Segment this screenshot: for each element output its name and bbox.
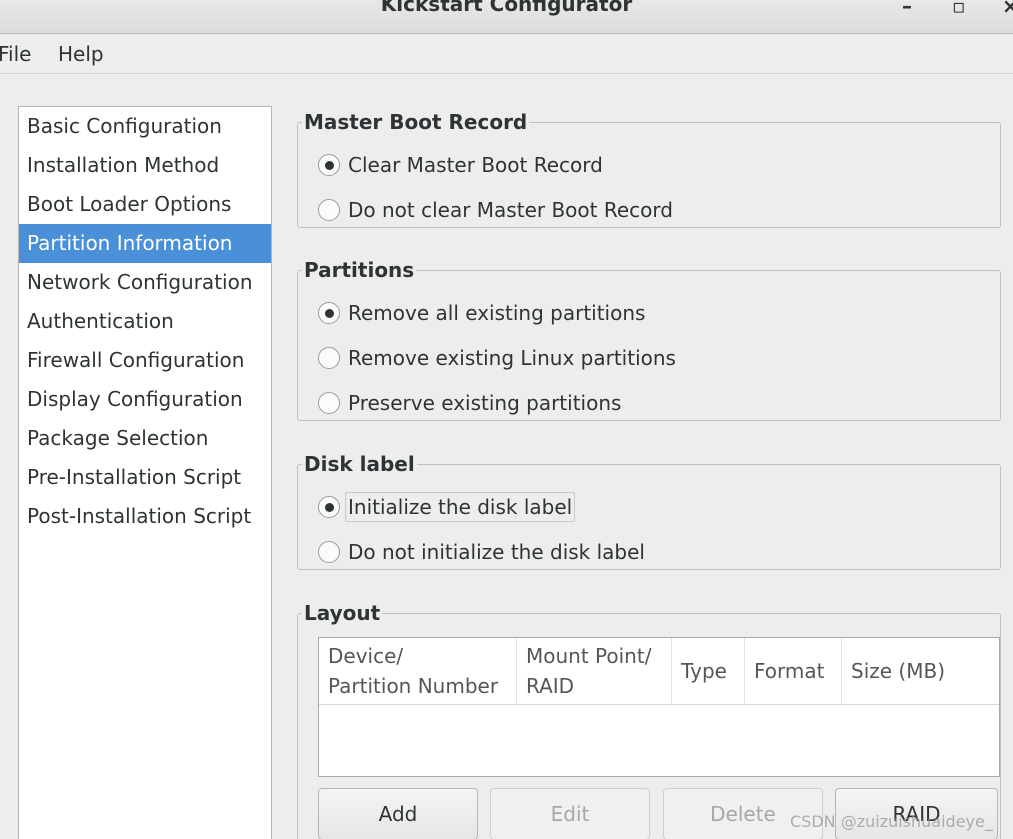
radio-label: Do not initialize the disk label [348,540,645,564]
disklabel-title: Disk label [302,452,417,476]
add-button[interactable]: Add [318,788,478,839]
radio-button[interactable] [318,199,340,221]
sidebar: Basic Configuration Installation Method … [18,106,272,839]
table-header: Device/Partition Number Mount Point/RAID… [319,638,999,705]
partitions-frame: Partitions Remove all existing partition… [297,258,1001,421]
menu-help[interactable]: Help [58,42,104,66]
partition-table[interactable]: Device/Partition Number Mount Point/RAID… [318,637,1000,777]
partitions-title: Partitions [302,258,417,282]
sidebar-item-authentication[interactable]: Authentication [19,302,271,341]
radio-button[interactable] [318,541,340,563]
title-bar: Kickstart Configurator – ▫ × [0,0,1013,34]
sidebar-item-pre-installation-script[interactable]: Pre-Installation Script [19,458,271,497]
radio-initialize-disk-label[interactable]: Initialize the disk label [318,492,576,522]
radio-label: Initialize the disk label [345,492,576,522]
radio-button-checked[interactable] [318,496,340,518]
menu-bar: File Help [0,34,1013,74]
layout-title: Layout [302,601,383,625]
radio-button[interactable] [318,347,340,369]
radio-do-not-clear-mbr[interactable]: Do not clear Master Boot Record [318,195,673,225]
sidebar-item-network-configuration[interactable]: Network Configuration [19,263,271,302]
radio-label: Remove existing Linux partitions [348,346,676,370]
mbr-title: Master Boot Record [302,110,530,134]
minimize-button[interactable]: – [902,0,912,18]
radio-label: Do not clear Master Boot Record [348,198,673,222]
sidebar-item-basic-configuration[interactable]: Basic Configuration [19,107,271,146]
sidebar-item-partition-information[interactable]: Partition Information [19,224,271,263]
sidebar-item-package-selection[interactable]: Package Selection [19,419,271,458]
sidebar-item-boot-loader-options[interactable]: Boot Loader Options [19,185,271,224]
column-header-type[interactable]: Type [672,638,745,704]
sidebar-item-post-installation-script[interactable]: Post-Installation Script [19,497,271,536]
radio-do-not-initialize-disk-label[interactable]: Do not initialize the disk label [318,537,645,567]
radio-button-checked[interactable] [318,302,340,324]
column-header-mount-point[interactable]: Mount Point/RAID [517,638,672,704]
radio-label: Remove all existing partitions [348,301,646,325]
column-header-format[interactable]: Format [745,638,842,704]
window-title: Kickstart Configurator [380,0,633,16]
watermark: CSDN @zuizuishuaideye_ [790,812,993,831]
mbr-frame: Master Boot Record Clear Master Boot Rec… [297,110,1001,228]
maximize-button[interactable]: ▫ [952,0,966,18]
disklabel-frame: Disk label Initialize the disk label Do … [297,452,1001,570]
radio-button-checked[interactable] [318,154,340,176]
radio-remove-linux-partitions[interactable]: Remove existing Linux partitions [318,343,676,373]
radio-label: Preserve existing partitions [348,391,622,415]
column-header-size[interactable]: Size (MB) [842,638,999,704]
sidebar-item-display-configuration[interactable]: Display Configuration [19,380,271,419]
sidebar-item-installation-method[interactable]: Installation Method [19,146,271,185]
radio-button[interactable] [318,392,340,414]
radio-label: Clear Master Boot Record [348,153,603,177]
column-header-device[interactable]: Device/Partition Number [319,638,517,704]
menu-file[interactable]: File [0,42,31,66]
sidebar-item-firewall-configuration[interactable]: Firewall Configuration [19,341,271,380]
radio-clear-mbr[interactable]: Clear Master Boot Record [318,150,603,180]
edit-button[interactable]: Edit [490,788,650,839]
radio-preserve-partitions[interactable]: Preserve existing partitions [318,388,621,418]
close-button[interactable]: × [1002,0,1013,18]
radio-remove-all-partitions[interactable]: Remove all existing partitions [318,298,645,328]
